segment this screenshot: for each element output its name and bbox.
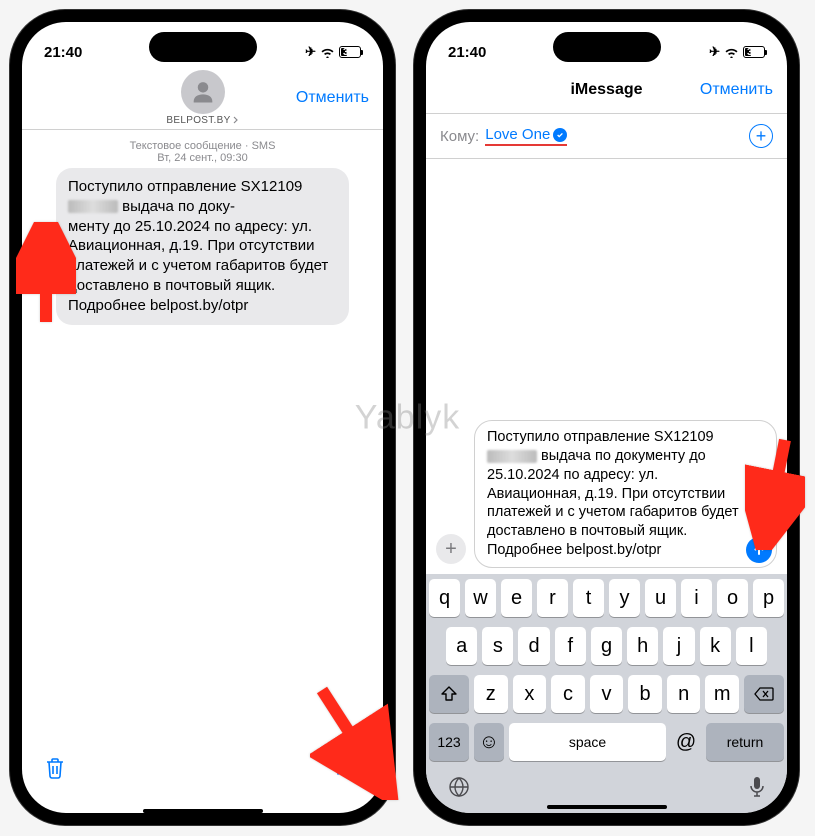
conversation-header: BELPOST.BY Отменить <box>22 70 383 130</box>
shift-key[interactable] <box>429 675 469 713</box>
key-k[interactable]: k <box>700 627 731 665</box>
key-y[interactable]: y <box>609 579 640 617</box>
dynamic-island <box>149 32 257 62</box>
key-h[interactable]: h <box>627 627 658 665</box>
trash-button[interactable] <box>44 756 66 785</box>
verified-check-icon <box>553 128 567 142</box>
redacted-segment <box>68 200 118 213</box>
backspace-key[interactable] <box>744 675 784 713</box>
compose-header: iMessage Отменить <box>426 70 787 114</box>
key-n[interactable]: n <box>667 675 701 713</box>
mic-icon[interactable] <box>748 775 766 799</box>
key-c[interactable]: c <box>551 675 585 713</box>
space-key[interactable]: space <box>509 723 666 761</box>
avatar[interactable] <box>181 70 225 114</box>
wifi-icon <box>320 47 335 58</box>
sender-name[interactable]: BELPOST.BY <box>166 115 238 126</box>
compose-input[interactable]: Поступило отправление SX12109 выдача по … <box>474 420 777 568</box>
airplane-icon: ✈︎ <box>305 44 316 60</box>
key-r[interactable]: r <box>537 579 568 617</box>
status-time: 21:40 <box>448 44 486 61</box>
phone-right: 21:40 ✈︎ 36 iMessage Отменить Кому: Love… <box>414 10 799 825</box>
battery-icon: 36 <box>743 46 765 58</box>
chevron-right-icon <box>233 116 239 124</box>
key-q[interactable]: q <box>429 579 460 617</box>
recipient-token[interactable]: Love One <box>485 126 567 146</box>
recipient-row[interactable]: Кому: Love One + <box>426 114 787 159</box>
page-title: iMessage <box>570 81 642 99</box>
message-meta: Текстовое сообщение · SMSВт, 24 сент., 0… <box>32 140 373 164</box>
key-e[interactable]: e <box>501 579 532 617</box>
return-key[interactable]: return <box>706 723 784 761</box>
key-g[interactable]: g <box>591 627 622 665</box>
key-p[interactable]: p <box>753 579 784 617</box>
key-i[interactable]: i <box>681 579 712 617</box>
airplane-icon: ✈︎ <box>709 44 720 60</box>
emoji-key[interactable]: ☺ <box>474 723 504 761</box>
selection-check-icon[interactable] <box>33 236 53 256</box>
keyboard: qwertyuiop asdfghjkl zxcvbnm 123 ☺ space… <box>426 574 787 813</box>
cancel-button[interactable]: Отменить <box>700 81 773 99</box>
add-contact-button[interactable]: + <box>749 124 773 148</box>
key-x[interactable]: x <box>513 675 547 713</box>
battery-icon: 36 <box>339 46 361 58</box>
key-m[interactable]: m <box>705 675 739 713</box>
home-indicator[interactable] <box>143 809 263 813</box>
numbers-key[interactable]: 123 <box>429 723 469 761</box>
compose-row: + Поступило отправление SX12109 выдача п… <box>426 414 787 574</box>
key-o[interactable]: o <box>717 579 748 617</box>
wifi-icon <box>724 47 739 58</box>
key-f[interactable]: f <box>555 627 586 665</box>
plus-button[interactable]: + <box>436 534 466 564</box>
cancel-button[interactable]: Отменить <box>296 89 369 107</box>
status-time: 21:40 <box>44 44 82 61</box>
key-t[interactable]: t <box>573 579 604 617</box>
redacted-segment <box>487 450 537 463</box>
key-a[interactable]: a <box>446 627 477 665</box>
dynamic-island <box>553 32 661 62</box>
key-d[interactable]: d <box>518 627 549 665</box>
share-button[interactable] <box>335 756 361 785</box>
key-l[interactable]: l <box>736 627 767 665</box>
phone-left: 21:40 ✈︎ 36 BELPOST.BY <box>10 10 395 825</box>
key-u[interactable]: u <box>645 579 676 617</box>
message-bubble[interactable]: Поступило отправление SX12109 выдача по … <box>56 168 349 325</box>
send-button[interactable] <box>746 537 772 563</box>
key-b[interactable]: b <box>628 675 662 713</box>
to-label: Кому: <box>440 128 479 145</box>
key-w[interactable]: w <box>465 579 496 617</box>
globe-icon[interactable] <box>447 775 471 799</box>
key-j[interactable]: j <box>663 627 694 665</box>
at-key[interactable]: @ <box>671 723 701 761</box>
bottom-toolbar <box>22 746 383 803</box>
key-z[interactable]: z <box>474 675 508 713</box>
home-indicator[interactable] <box>547 805 667 809</box>
key-s[interactable]: s <box>482 627 513 665</box>
key-v[interactable]: v <box>590 675 624 713</box>
